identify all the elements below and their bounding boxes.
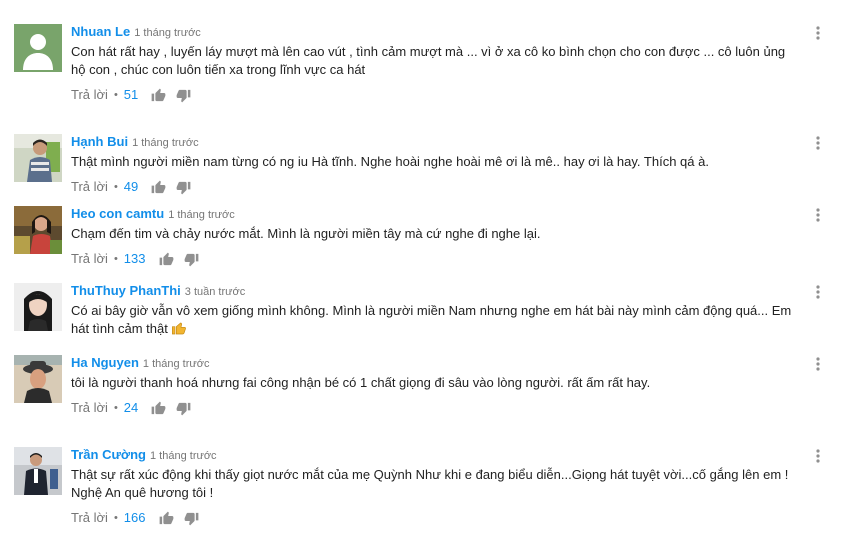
avatar[interactable] (14, 355, 62, 403)
more-vert-icon (816, 136, 820, 150)
reply-button[interactable]: Trả lời (71, 178, 108, 196)
comment-author[interactable]: Ha Nguyen (71, 355, 139, 370)
separator-dot: • (113, 402, 118, 414)
reply-button[interactable]: Trả lời (71, 250, 108, 268)
comment-actions: Trả lời • 49 (71, 178, 801, 196)
comment-text: tôi là người thanh hoá nhưng fai công nh… (71, 375, 651, 390)
comment-author[interactable]: Trần Cường (71, 447, 146, 462)
dislike-button[interactable] (184, 511, 199, 526)
more-vert-icon (816, 449, 820, 463)
thumbs-up-icon (151, 180, 166, 193)
comment-author[interactable]: ThuThuy PhanThi (71, 283, 181, 298)
comment-time[interactable]: 1 tháng trước (168, 209, 235, 221)
thumbs-up-emoji-icon (171, 322, 186, 335)
like-count: 24 (123, 400, 139, 415)
comment-body: Heo con camtu 1 tháng trước Chạm đến tim … (71, 206, 801, 268)
comment-menu-button[interactable] (815, 449, 821, 463)
avatar[interactable] (14, 24, 62, 72)
comment-time[interactable]: 1 tháng trước (132, 137, 199, 149)
dislike-button[interactable] (176, 88, 191, 103)
more-vert-icon (816, 357, 820, 371)
separator-dot: • (113, 89, 118, 101)
thumbs-down-icon (176, 402, 191, 415)
comment-menu-button[interactable] (815, 285, 821, 299)
comment-time[interactable]: 1 tháng trước (143, 358, 210, 370)
separator-dot: • (113, 512, 118, 524)
thumbs-down-icon (176, 181, 191, 194)
dislike-button[interactable] (184, 252, 199, 267)
like-button[interactable] (159, 511, 174, 526)
comment-time[interactable]: 3 tuần trước (185, 286, 245, 298)
comment-header: Nhuan Le 1 tháng trước (71, 24, 801, 40)
comment-body: ThuThuy PhanThi 3 tuần trước Có ai bây gi… (71, 283, 801, 341)
like-button[interactable] (159, 252, 174, 267)
user-photo (14, 447, 62, 495)
comment-header: Heo con camtu 1 tháng trước (71, 206, 801, 222)
comment-header: Ha Nguyen 1 tháng trước (71, 355, 801, 371)
comment-menu-button[interactable] (815, 26, 821, 40)
default-avatar-icon (14, 24, 62, 72)
separator-dot: • (113, 181, 118, 193)
reply-button[interactable]: Trả lời (71, 509, 108, 527)
thumbs-down-icon (184, 512, 198, 525)
comment-header: ThuThuy PhanThi 3 tuần trước (71, 283, 801, 299)
comment-text: Thật mình người miền nam từng có ng iu H… (71, 154, 709, 169)
more-vert-icon (816, 208, 820, 222)
comment-menu-button[interactable] (815, 208, 821, 222)
comment-text: Có ai bây giờ vẫn vô xem giống mình khôn… (71, 302, 801, 341)
avatar[interactable] (14, 206, 62, 254)
comment-body: Nhuan Le 1 tháng trước Con hát rất hay , … (71, 24, 801, 104)
thumbs-up-icon (159, 252, 173, 265)
comment-menu-button[interactable] (815, 136, 821, 150)
comment-menu-button[interactable] (815, 357, 821, 371)
like-button[interactable] (151, 180, 166, 195)
thumbs-down-icon (176, 89, 191, 102)
comment-time[interactable]: 1 tháng trước (150, 450, 217, 462)
more-vert-icon (816, 285, 820, 299)
avatar[interactable] (14, 134, 62, 182)
avatar[interactable] (14, 447, 62, 495)
comment-actions: Trả lời • 51 (71, 86, 801, 104)
more-vert-icon (816, 26, 820, 40)
reply-button[interactable]: Trả lời (71, 399, 108, 417)
thumbs-up-emoji (171, 320, 187, 341)
separator-dot: • (113, 253, 118, 265)
like-count: 133 (123, 251, 146, 266)
comment-body: Trần Cường 1 tháng trước Thật sự rất xúc … (71, 447, 801, 527)
dislike-button[interactable] (176, 401, 191, 416)
comment-actions: Trả lời • 24 (71, 399, 801, 417)
reply-button[interactable]: Trả lời (71, 86, 108, 104)
comment-author[interactable]: Heo con camtu (71, 206, 164, 221)
like-count: 166 (123, 510, 146, 525)
thumbs-down-icon (184, 253, 198, 266)
like-count: 51 (123, 87, 139, 102)
comment-actions: Trả lời • 166 (71, 509, 801, 527)
thumbs-up-icon (151, 88, 166, 101)
comment-time[interactable]: 1 tháng trước (134, 27, 201, 39)
like-count: 49 (123, 179, 139, 194)
comment-header: Trần Cường 1 tháng trước (71, 447, 801, 463)
comments-list: Nhuan Le 1 tháng trước Con hát rất hay , … (0, 0, 845, 542)
user-photo (14, 206, 62, 254)
comment-text: Chạm đến tim và chảy nước mắt. Mình là n… (71, 226, 541, 241)
user-photo (14, 355, 62, 403)
like-button[interactable] (151, 401, 166, 416)
user-photo (14, 283, 62, 331)
thumbs-up-icon (151, 401, 166, 414)
comment-author[interactable]: Nhuan Le (71, 24, 130, 39)
dislike-button[interactable] (176, 180, 191, 195)
user-photo (14, 134, 62, 182)
avatar[interactable] (14, 283, 62, 331)
like-button[interactable] (151, 88, 166, 103)
comment-actions: Trả lời • 133 (71, 250, 801, 268)
comment-text: Con hát rất hay , luyến láy mượt mà lên … (71, 44, 786, 77)
comment-header: Hạnh Bui 1 tháng trước (71, 134, 801, 150)
thumbs-up-icon (159, 511, 173, 524)
comment-body: Ha Nguyen 1 tháng trước tôi là người than… (71, 355, 801, 417)
comment-author[interactable]: Hạnh Bui (71, 134, 128, 149)
comment-body: Hạnh Bui 1 tháng trước Thật mình người mi… (71, 134, 801, 196)
comment-text: Thật sự rất xúc động khi thấy giọt nước … (71, 467, 789, 500)
